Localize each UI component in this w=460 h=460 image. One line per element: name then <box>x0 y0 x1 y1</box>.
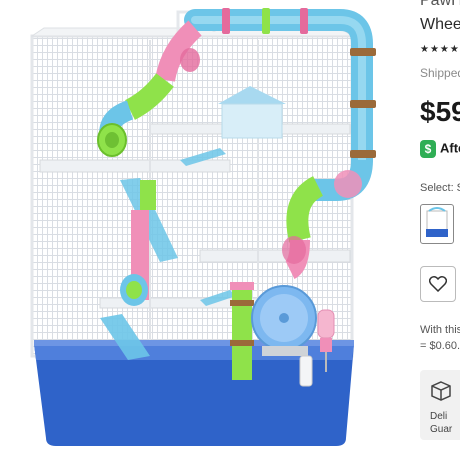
bundle-text-line-1: With this <box>420 324 460 336</box>
afterpay-label: After <box>440 140 460 156</box>
product-image[interactable] <box>0 0 408 460</box>
product-info-panel: PawHut Wheel ★★★★ Shipped $59 $After Sel… <box>408 0 460 460</box>
bundle-text-line-2: = $0.60. <box>420 340 460 352</box>
heart-icon <box>429 276 447 292</box>
afterpay-badge[interactable]: $After <box>420 140 460 158</box>
box-icon <box>431 381 451 401</box>
delivery-label-line-2: Guar <box>430 424 453 435</box>
select-label: Select: S <box>420 182 460 194</box>
price: $59 <box>420 96 460 127</box>
variant-swatch[interactable] <box>420 204 454 244</box>
product-title-line-2[interactable]: Wheel <box>420 16 460 34</box>
rating-stars[interactable]: ★★★★ <box>420 44 460 55</box>
delivery-guarantee-card[interactable]: Deli Guar <box>420 370 460 440</box>
hamster-cage-illustration <box>30 8 376 446</box>
shipping-text: Shipped <box>420 66 460 80</box>
bundle-text: With this = $0.60. <box>420 322 460 354</box>
favorite-button[interactable] <box>420 266 456 302</box>
delivery-label: Deli Guar <box>430 410 452 436</box>
cage-latch <box>299 355 313 387</box>
cage-thumbnail-icon <box>426 207 448 237</box>
dollar-icon: $ <box>420 140 436 158</box>
product-title-line-1[interactable]: PawHut <box>420 0 460 10</box>
delivery-label-line-1: Deli <box>430 411 448 422</box>
